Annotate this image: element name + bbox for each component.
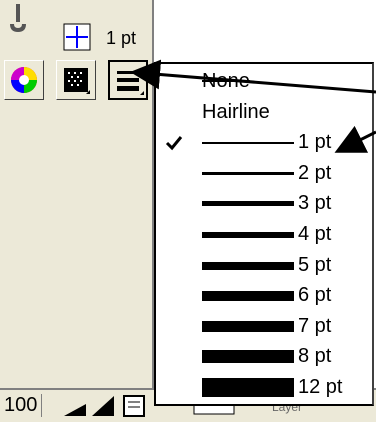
stroke-sample-line [202, 350, 294, 364]
menu-item-label: None [202, 70, 250, 92]
stroke-lines-icon [117, 71, 144, 95]
menu-item-label: 6 pt [298, 284, 332, 307]
menu-item-label: 7 pt [298, 314, 332, 337]
menu-item-label: 3 pt [298, 192, 332, 215]
stroke-sample-line [202, 320, 294, 332]
menu-item-none[interactable]: None [156, 68, 372, 95]
pattern-button[interactable] [56, 60, 96, 100]
menu-item-label: 2 pt [298, 161, 332, 184]
menu-item-7pt[interactable]: 7 pt [156, 313, 372, 340]
pattern-icon [64, 68, 90, 94]
menu-item-label: 12 pt [298, 376, 343, 398]
menu-item-label: 4 pt [298, 223, 332, 245]
stroke-size-label: 1 pt [106, 28, 137, 48]
brightness-low-icon[interactable] [62, 398, 88, 418]
menu-item-label: Hairline [202, 100, 270, 123]
menu-item-8pt[interactable]: 8 pt [156, 343, 372, 370]
layers-icon[interactable] [122, 394, 148, 418]
menu-item-4pt[interactable]: 4 pt [156, 221, 372, 248]
stroke-sample-line [202, 171, 294, 175]
stroke-weight-menu: None Hairline 1 pt 2 pt 3 pt 4 pt 5 pt 6 pt 7 pt… [154, 62, 374, 406]
menu-item-label: 1 pt [298, 131, 332, 154]
stroke-sample-line [202, 232, 294, 238]
menu-item-5pt[interactable]: 5 pt [156, 252, 372, 279]
menu-item-hairline[interactable]: Hairline [156, 99, 372, 126]
stroke-sample-line [202, 291, 294, 302]
stroke-sample-line [202, 261, 294, 270]
stroke-sample-line [202, 201, 294, 207]
menu-item-2pt[interactable]: 2 pt [156, 160, 372, 187]
menu-item-3pt[interactable]: 3 pt [156, 190, 372, 217]
menu-item-6pt[interactable]: 6 pt [156, 282, 372, 309]
menu-item-1pt[interactable]: 1 pt [156, 129, 372, 156]
pen-tool-icon[interactable] [6, 4, 30, 34]
stroke-sample-line [202, 142, 294, 145]
menu-item-12pt[interactable]: 12 pt [156, 374, 372, 401]
menu-item-label: 5 pt [298, 253, 332, 276]
brightness-high-icon[interactable] [90, 394, 116, 418]
stroke-weight-button[interactable] [108, 60, 148, 100]
crosshair-icon [63, 23, 91, 51]
stroke-sample-line [202, 378, 294, 397]
fill-color-button[interactable] [4, 60, 44, 100]
toolbox-panel: 1 pt [0, 0, 154, 420]
color-wheel-icon [11, 67, 37, 93]
checkmark-icon [165, 136, 183, 151]
zoom-level[interactable]: 100 [4, 394, 43, 417]
menu-item-label: 8 pt [298, 345, 332, 368]
